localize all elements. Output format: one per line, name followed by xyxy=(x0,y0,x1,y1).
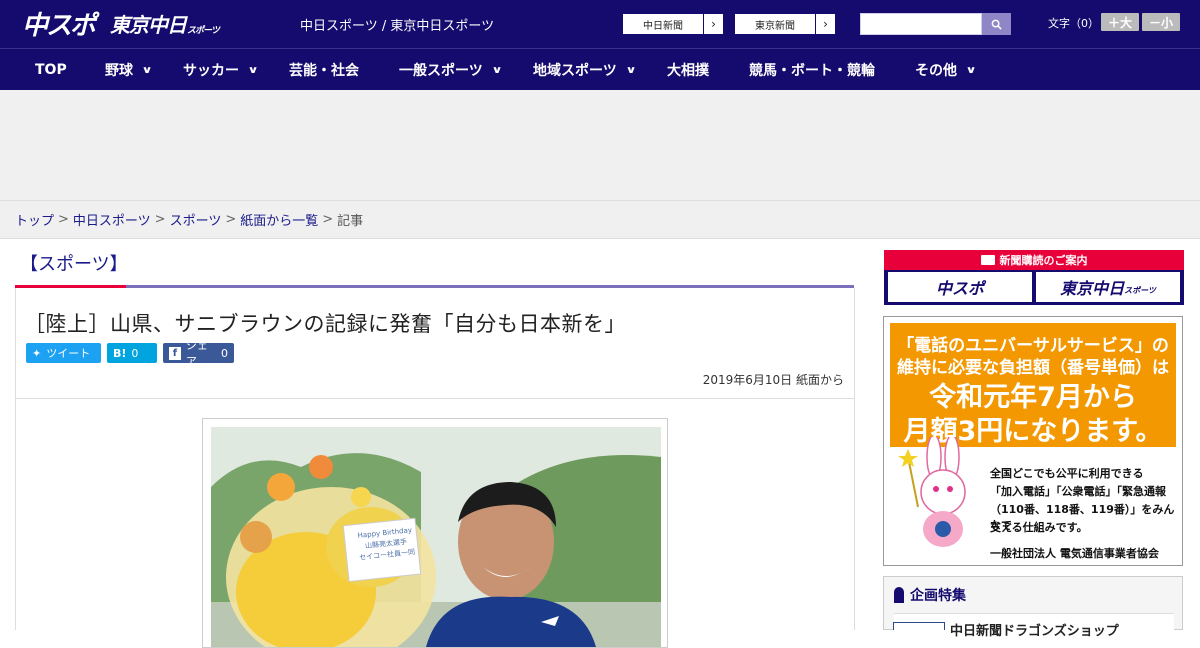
tokyo-shimbun-link-label: 東京新聞 xyxy=(755,20,795,32)
feature-title: 企画特集 xyxy=(894,585,966,605)
hatena-bookmark-icon: B! xyxy=(113,346,127,360)
nav-item-label: サッカー xyxy=(183,63,239,79)
nav-item-label: TOP xyxy=(35,62,67,78)
nav-item-racing[interactable]: 競馬・ボート・競輪 xyxy=(749,49,875,91)
nav-item-label: 地域スポーツ xyxy=(533,63,617,79)
breadcrumb-link[interactable]: 中日スポーツ xyxy=(73,210,151,229)
subscription-header-label: 新聞購読のご案内 xyxy=(999,254,1088,267)
facebook-icon: f xyxy=(169,346,181,360)
tokyo-shimbun-link[interactable]: 東京新聞 › xyxy=(734,13,836,35)
chevron-right-icon: › xyxy=(815,14,835,34)
breadcrumb-link[interactable]: 紙面から一覧 xyxy=(240,210,318,229)
twitter-bird-icon: ✦ xyxy=(32,346,42,360)
nav-item-entertainment[interactable]: 芸能・社会 xyxy=(289,49,359,91)
nav-item-soccer[interactable]: サッカー ∨ xyxy=(183,49,259,91)
chunichi-shimbun-link[interactable]: 中日新聞 › xyxy=(622,13,724,35)
chevron-down-icon: ∨ xyxy=(247,64,259,76)
nav-item-sumo[interactable]: 大相撲 xyxy=(667,49,709,91)
subscription-box: 新聞購読のご案内 中スポ 東京中日 スポーツ xyxy=(884,250,1184,305)
rabbit-mascot-icon xyxy=(898,437,966,547)
chevron-down-icon: ∨ xyxy=(491,64,503,76)
nav-item-top[interactable]: TOP xyxy=(35,49,67,91)
breadcrumb-link[interactable]: トップ xyxy=(15,210,54,229)
subscription-header: 新聞購読のご案内 xyxy=(884,250,1184,270)
ad-organization: 一般社団法人 電気通信事業者協会 xyxy=(990,547,1159,560)
breadcrumb: トップ > 中日スポーツ > スポーツ > 紙面から一覧 > 記事 xyxy=(0,200,1200,239)
chuspo-logo[interactable]: 中スポ xyxy=(22,8,96,41)
tweet-button-label: ツイート xyxy=(46,347,91,360)
article-photo-frame: Happy Birthday 山縣亮太選手 セイコー社員一同 xyxy=(202,418,668,648)
font-larger-button[interactable]: ＋大 xyxy=(1101,13,1139,31)
nav-item-label: 競馬・ボート・競輪 xyxy=(749,63,875,79)
breadcrumb-separator: > xyxy=(225,212,237,227)
facebook-share-button[interactable]: f シェア 0 xyxy=(163,339,234,368)
facebook-count: 0 xyxy=(221,346,228,360)
font-size-label: 文字（0） xyxy=(1048,17,1099,30)
photo-illustration xyxy=(211,427,661,647)
breadcrumb-separator: > xyxy=(322,212,334,227)
ribbon-icon xyxy=(894,587,904,603)
nav-item-regional-sports[interactable]: 地域スポーツ ∨ xyxy=(533,49,637,91)
article-date: 2019年6月10日 紙面から xyxy=(702,373,844,387)
feature-title-label: 企画特集 xyxy=(910,588,966,604)
subscribe-chuspo-button[interactable]: 中スポ xyxy=(888,272,1032,302)
breadcrumb-separator: > xyxy=(58,212,69,227)
search-input[interactable] xyxy=(860,13,982,35)
chunichi-shimbun-link-label: 中日新聞 xyxy=(643,20,683,32)
chevron-down-icon: ∨ xyxy=(965,64,977,76)
hatena-bookmark-button[interactable]: B! 0 xyxy=(107,343,157,363)
tweet-button[interactable]: ✦ ツイート xyxy=(26,343,101,363)
chevron-down-icon: ∨ xyxy=(625,64,637,76)
breadcrumb-separator: > xyxy=(154,212,166,227)
dragons-shop-thumbnail[interactable] xyxy=(893,622,945,630)
nav-item-label: 一般スポーツ xyxy=(399,63,483,79)
chevron-down-icon: ∨ xyxy=(141,64,153,76)
nav-item-label: 野球 xyxy=(105,63,133,79)
newspaper-icon xyxy=(980,255,995,265)
nav-item-other[interactable]: その他 ∨ xyxy=(915,49,977,91)
category-label: 【スポーツ】 xyxy=(20,254,128,275)
search-icon xyxy=(991,19,1002,30)
ad-banner-area xyxy=(0,90,1200,200)
header-bar: 中スポ 東京中日 スポーツ 中日スポーツ / 東京中日スポーツ 中日新聞 › 東京… xyxy=(0,0,1200,48)
ad-body-line: 支える仕組みです。 xyxy=(990,521,1088,534)
ad-lower-panel: 全国どこでも公平に利用できる 「加入電話」「公衆電話」「緊急通報 （110番、1… xyxy=(890,437,1176,560)
subscribe-tokyo-chunichi-button[interactable]: 東京中日 スポーツ xyxy=(1036,272,1180,302)
nav-item-baseball[interactable]: 野球 ∨ xyxy=(105,49,153,91)
facebook-share-label: シェア xyxy=(185,339,208,368)
subscribe-tokyo-chunichi-small: スポーツ xyxy=(1124,285,1156,295)
universal-service-ad[interactable]: 「電話のユニバーサルサービス」の 維持に必要な負担額（番号単価）は 令和元年7月… xyxy=(883,316,1183,566)
article-photo[interactable]: Happy Birthday 山縣亮太選手 セイコー社員一同 xyxy=(211,427,661,647)
font-smaller-button[interactable]: －小 xyxy=(1142,13,1180,31)
tokyo-chunichi-logo-small: スポーツ xyxy=(187,26,220,36)
ad-body-line: 全国どこでも公平に利用できる xyxy=(990,467,1144,480)
ad-body-line: 「加入電話」「公衆電話」「緊急通報 xyxy=(990,485,1166,498)
hatena-count: 0 xyxy=(131,346,139,360)
breadcrumb-link[interactable]: スポーツ xyxy=(170,210,222,229)
article-headline: ［陸上］山県、サニブラウンの記録に発奮「自分も日本新を」 xyxy=(24,312,626,336)
subscribe-tokyo-chunichi-label: 東京中日 xyxy=(1060,279,1125,298)
breadcrumb-current: 記事 xyxy=(337,214,364,229)
chevron-right-icon: › xyxy=(703,14,723,34)
search-button[interactable] xyxy=(982,13,1011,35)
tokyo-chunichi-logo[interactable]: 東京中日 スポーツ xyxy=(110,12,220,38)
nav-item-label: 大相撲 xyxy=(667,63,709,79)
tokyo-chunichi-logo-text: 東京中日 xyxy=(110,13,187,37)
site-title[interactable]: 中日スポーツ / 東京中日スポーツ xyxy=(300,15,494,34)
article-divider xyxy=(16,398,854,399)
nav-item-label: 芸能・社会 xyxy=(289,63,359,79)
main-nav: TOP 野球 ∨ サッカー ∨ 芸能・社会 一般スポーツ ∨ 地域スポーツ ∨ 大相撲 … xyxy=(0,48,1200,90)
nav-item-label: その他 xyxy=(915,63,957,79)
ad-content: 「電話のユニバーサルサービス」の 維持に必要な負担額（番号単価）は 令和元年7月… xyxy=(890,323,1176,560)
nav-item-general-sports[interactable]: 一般スポーツ ∨ xyxy=(399,49,503,91)
